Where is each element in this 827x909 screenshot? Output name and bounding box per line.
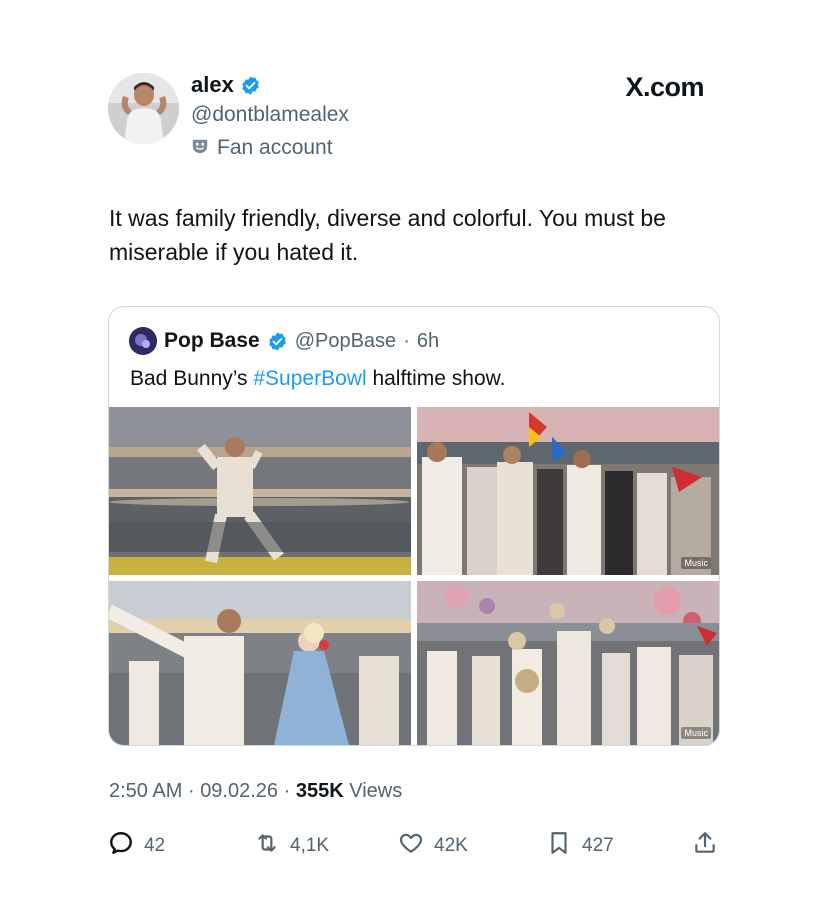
repost-button[interactable]: 4,1K	[254, 830, 329, 862]
share-button[interactable]	[692, 830, 718, 862]
reply-count: 42	[144, 835, 166, 856]
views-count: 355K	[295, 780, 344, 802]
bookmark-icon	[546, 830, 572, 862]
author-handle[interactable]: @dontblamealex	[191, 103, 349, 127]
action-bar: 42 4,1K 42K 427	[108, 830, 720, 860]
brand-label: X.com	[625, 72, 704, 102]
author-display-name[interactable]: alex	[191, 72, 234, 98]
author-name-row: alex	[191, 72, 261, 98]
media-photo-2[interactable]: Music	[417, 407, 719, 575]
music-badge: Music	[681, 727, 711, 739]
reply-button[interactable]: 42	[108, 830, 165, 862]
like-count: 42K	[434, 835, 468, 856]
repost-count: 4,1K	[290, 835, 330, 856]
quoted-header: Pop Base @PopBase · 6h	[129, 327, 439, 355]
bookmark-count: 427	[582, 835, 614, 856]
reply-icon	[108, 830, 134, 862]
quoted-display-name[interactable]: Pop Base	[164, 329, 260, 353]
tweet-text: It was family friendly, diverse and colo…	[109, 205, 666, 265]
like-icon	[398, 830, 424, 862]
tweet-meta: 2:50 AM · 09.02.26 · 355K Views	[109, 780, 402, 803]
tweet-date[interactable]: 09.02.26	[200, 780, 278, 802]
views-label: Views	[349, 780, 403, 802]
meta-separator: ·	[283, 780, 291, 802]
quoted-time[interactable]: 6h	[417, 330, 439, 353]
quoted-avatar[interactable]	[129, 327, 157, 355]
repost-icon	[254, 830, 280, 862]
hashtag-link[interactable]: #SuperBowl	[253, 367, 366, 390]
media-photo-4[interactable]: Music	[417, 581, 719, 745]
author-avatar[interactable]	[108, 73, 179, 144]
affiliate-label: Fan account	[217, 136, 333, 159]
tweet-screenshot: alex @dontblamealex Fan account X.com It…	[0, 0, 827, 909]
share-icon	[692, 830, 718, 862]
like-button[interactable]: 42K	[398, 830, 468, 862]
verified-badge-icon	[240, 75, 261, 96]
music-badge: Music	[681, 557, 711, 569]
quoted-handle[interactable]: @PopBase	[295, 330, 396, 353]
media-grid: Music Music	[109, 407, 719, 745]
media-photo-1[interactable]	[109, 407, 411, 575]
quoted-tweet-card[interactable]: Pop Base @PopBase · 6h Bad Bunny’s #Supe…	[108, 306, 720, 746]
meta-separator: ·	[187, 780, 195, 802]
quoted-separator: ·	[403, 329, 410, 352]
affiliate-label-row: Fan account	[191, 136, 333, 160]
quoted-text-after: halftime show.	[366, 367, 506, 390]
media-photo-3[interactable]	[109, 581, 411, 745]
affiliate-mask-icon	[191, 137, 209, 160]
quoted-text: Bad Bunny’s #SuperBowl halftime show.	[130, 367, 506, 391]
bookmark-button[interactable]: 427	[546, 830, 614, 862]
verified-badge-icon	[267, 331, 288, 352]
tweet-time[interactable]: 2:50 AM	[109, 780, 182, 802]
quoted-text-before: Bad Bunny’s	[130, 367, 254, 390]
